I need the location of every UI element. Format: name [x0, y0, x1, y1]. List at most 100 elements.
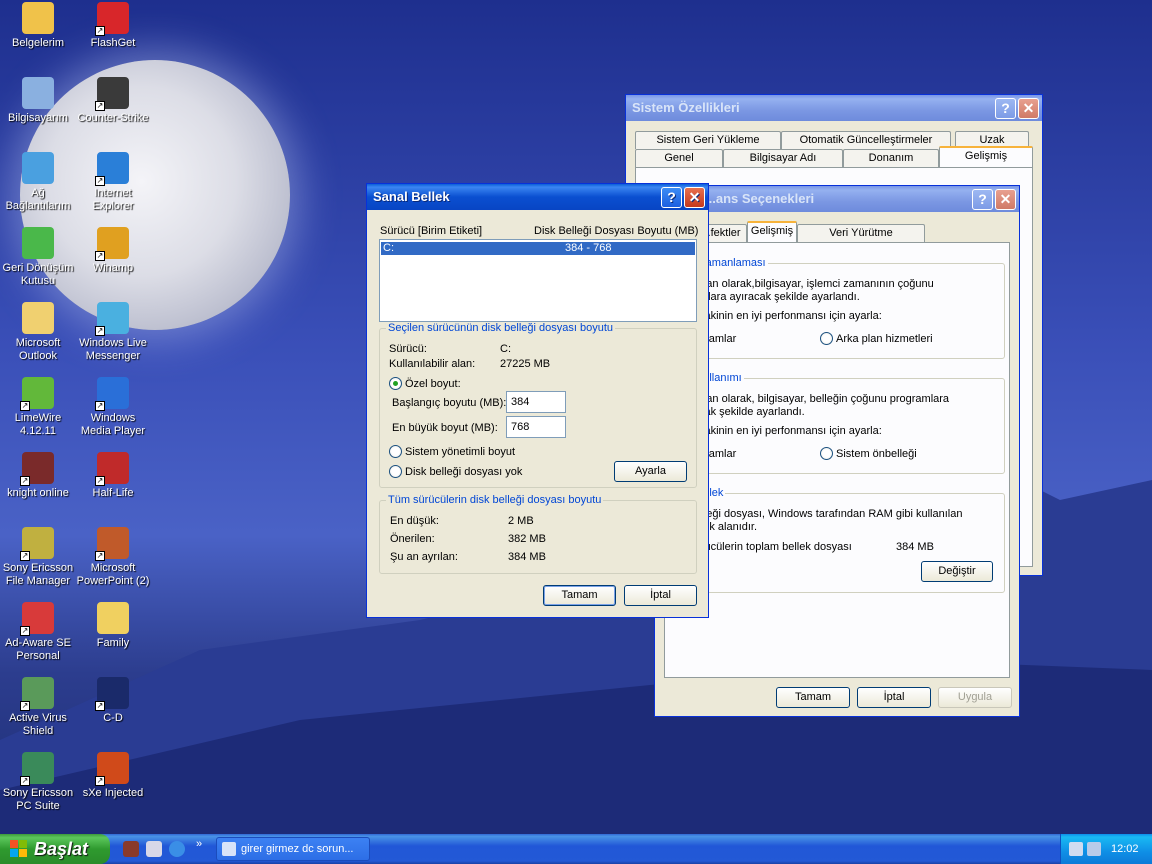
knight-online-icon: ↗	[20, 452, 54, 486]
system-managed-label[interactable]: Sistem yönetimli boyut	[405, 446, 515, 458]
free-space-label: Kullanılabilir alan:	[389, 358, 476, 370]
desktop-icon-knight-online[interactable]: ↗ knight online	[0, 452, 76, 500]
desktop-icon-ad-aware[interactable]: ↗ Ad-Aware SE Personal	[0, 602, 76, 663]
close-button[interactable]: ✕	[1018, 98, 1039, 119]
total-paging-value: 384 MB	[896, 541, 934, 553]
system-cache-label[interactable]: Sistem önbelleği	[836, 448, 917, 460]
drive-letter: C:	[383, 242, 394, 254]
help-button[interactable]: ?	[972, 189, 993, 210]
desktop-icon-powerpoint[interactable]: ↗ Microsoft PowerPoint (2)	[75, 527, 151, 588]
tab-general[interactable]: Genel	[635, 149, 723, 167]
network-tray-icon[interactable]	[1069, 842, 1083, 856]
drive-list-row[interactable]: C: 384 - 768	[381, 242, 695, 255]
desktop-icon-flashget[interactable]: ↗ FlashGet	[75, 2, 151, 50]
windows-logo-icon	[10, 840, 28, 858]
max-size-label: En büyük boyut (MB):	[392, 422, 498, 434]
set-button[interactable]: Ayarla	[614, 461, 687, 482]
ok-button[interactable]: Tamam	[543, 585, 616, 606]
desktop-icon-outlook[interactable]: Microsoft Outlook	[0, 302, 76, 363]
shortcut-arrow-icon: ↗	[95, 776, 105, 786]
network-icon	[22, 152, 54, 184]
window-title: ...ans Seçenekleri	[705, 191, 815, 206]
desktop-icon-label: Sony Ericsson File Manager	[2, 562, 74, 587]
shortcut-arrow-icon: ↗	[20, 401, 30, 411]
desktop-icon-cd[interactable]: ↗ C-D	[75, 677, 151, 725]
system-tray: 12:02	[1060, 834, 1152, 864]
quicklaunch-chevron-icon[interactable]: »	[196, 838, 202, 850]
desktop-icon-label: Geri Dönüşüm Kutusu	[2, 262, 74, 287]
outlook-icon	[22, 302, 54, 334]
desktop-icon-messenger[interactable]: ↗ Windows Live Messenger	[75, 302, 151, 363]
system-cache-radio[interactable]	[820, 447, 833, 460]
desktop-icon-label: Sony Ericsson PC Suite	[2, 787, 74, 812]
ad-aware-icon: ↗	[20, 602, 54, 636]
desktop-icon-label: LimeWire 4.12.11	[14, 412, 62, 437]
desktop-icon-label: sXe Injected	[82, 787, 144, 799]
desktop-icon-limewire[interactable]: ↗ LimeWire 4.12.11	[0, 377, 76, 438]
currently-allocated-value: 384 MB	[508, 551, 546, 563]
background-services-label[interactable]: Arka plan hizmetleri	[836, 333, 933, 345]
apply-button[interactable]: Uygula	[938, 687, 1012, 708]
tab-system-restore[interactable]: Sistem Geri Yükleme	[635, 131, 781, 149]
desktop-icon-virus-shield[interactable]: ↗ Active Virus Shield	[0, 677, 76, 738]
knight-online-quicklaunch-icon[interactable]	[123, 841, 139, 857]
no-paging-radio[interactable]	[389, 465, 402, 478]
ok-button[interactable]: Tamam	[776, 687, 850, 708]
custom-size-label[interactable]: Özel boyut:	[405, 378, 461, 390]
drive-list[interactable]: C: 384 - 768	[379, 239, 697, 322]
shortcut-arrow-icon: ↗	[95, 401, 105, 411]
tab-auto-updates[interactable]: Otomatik Güncelleştirmeler	[781, 131, 951, 149]
cancel-button[interactable]: İptal	[624, 585, 697, 606]
desktop-icon-counter-strike[interactable]: ↗ Counter-Strike	[75, 77, 151, 125]
close-button[interactable]: ✕	[684, 187, 705, 208]
recommended-label: Önerilen:	[390, 533, 435, 545]
clock[interactable]: 12:02	[1111, 834, 1139, 864]
desktop-icon-internet-explorer[interactable]: ↗ Internet Explorer	[75, 152, 151, 213]
change-button[interactable]: Değiştir	[921, 561, 993, 582]
custom-size-radio[interactable]	[389, 377, 402, 390]
desktop-icon-network[interactable]: Ağ Bağlantılarım	[0, 152, 76, 213]
virtual-memory-titlebar[interactable]: Sanal Bellek ? ✕	[367, 184, 708, 210]
desktop-icon-recycle-bin[interactable]: Geri Dönüşüm Kutusu	[0, 227, 76, 288]
outlook-quicklaunch-icon[interactable]	[146, 841, 162, 857]
desktop-icon-winamp[interactable]: ↗ Winamp	[75, 227, 151, 275]
help-button[interactable]: ?	[661, 187, 682, 208]
desktop-icon-folder[interactable]: Family	[75, 602, 151, 650]
desktop-icon-label: Windows Live Messenger	[79, 337, 147, 362]
initial-size-label: Başlangıç boyutu (MB):	[392, 397, 507, 409]
start-button[interactable]: Başlat	[0, 834, 110, 864]
performance-titlebar[interactable]: ...ans Seçenekleri ? ✕	[655, 186, 1019, 212]
close-button[interactable]: ✕	[995, 189, 1016, 210]
max-size-input[interactable]: 768	[506, 416, 566, 438]
desktop-icon-label: Ağ Bağlantılarım	[5, 187, 71, 212]
task-window-icon	[222, 842, 236, 856]
desktop-icon-label: Half-Life	[92, 487, 134, 499]
virus-shield-icon: ↗	[20, 677, 54, 711]
tab-computer-name[interactable]: Bilgisayar Adı	[723, 149, 843, 167]
cancel-button[interactable]: İptal	[857, 687, 931, 708]
tab-hardware[interactable]: Donanım	[843, 149, 939, 167]
shortcut-arrow-icon: ↗	[95, 176, 105, 186]
internet-explorer-quicklaunch-icon[interactable]	[169, 841, 185, 857]
tab-advanced[interactable]: Gelişmiş	[747, 221, 797, 242]
help-button[interactable]: ?	[995, 98, 1016, 119]
desktop-icon-pc-suite[interactable]: ↗ Sony Ericsson PC Suite	[0, 752, 76, 813]
network2-tray-icon[interactable]	[1087, 842, 1101, 856]
system-properties-titlebar[interactable]: Sistem Özellikleri ? ✕	[626, 95, 1042, 121]
system-managed-radio[interactable]	[389, 445, 402, 458]
initial-size-input[interactable]: 384	[506, 391, 566, 413]
pc-suite-icon: ↗	[20, 752, 54, 786]
taskbar-task-button[interactable]: girer girmez dc sorun...	[216, 837, 370, 861]
desktop-icon-phone[interactable]: ↗ Sony Ericsson File Manager	[0, 527, 76, 588]
desktop-icon-half-life[interactable]: ↗ Half-Life	[75, 452, 151, 500]
tab-advanced[interactable]: Gelişmiş	[939, 146, 1033, 167]
desktop-icon-my-computer[interactable]: Bilgisayarım	[0, 77, 76, 125]
desktop-icon-media-player[interactable]: ↗ Windows Media Player	[75, 377, 151, 438]
desktop-icon-my-documents[interactable]: Belgelerim	[0, 2, 76, 50]
background-services-radio[interactable]	[820, 332, 833, 345]
tab-dep[interactable]: Veri Yürütme Engellemesi	[797, 224, 925, 256]
tab-panel: ...ci zamanlaması ...ayılan olarak,bilgi…	[664, 242, 1010, 678]
no-paging-label[interactable]: Disk belleği dosyası yok	[405, 466, 522, 478]
desktop-icon-sxe[interactable]: ↗ sXe Injected	[75, 752, 151, 800]
virtual-memory-dialog: Sanal Bellek ? ✕ Sürücü [Birim Etiketi] …	[366, 183, 709, 618]
